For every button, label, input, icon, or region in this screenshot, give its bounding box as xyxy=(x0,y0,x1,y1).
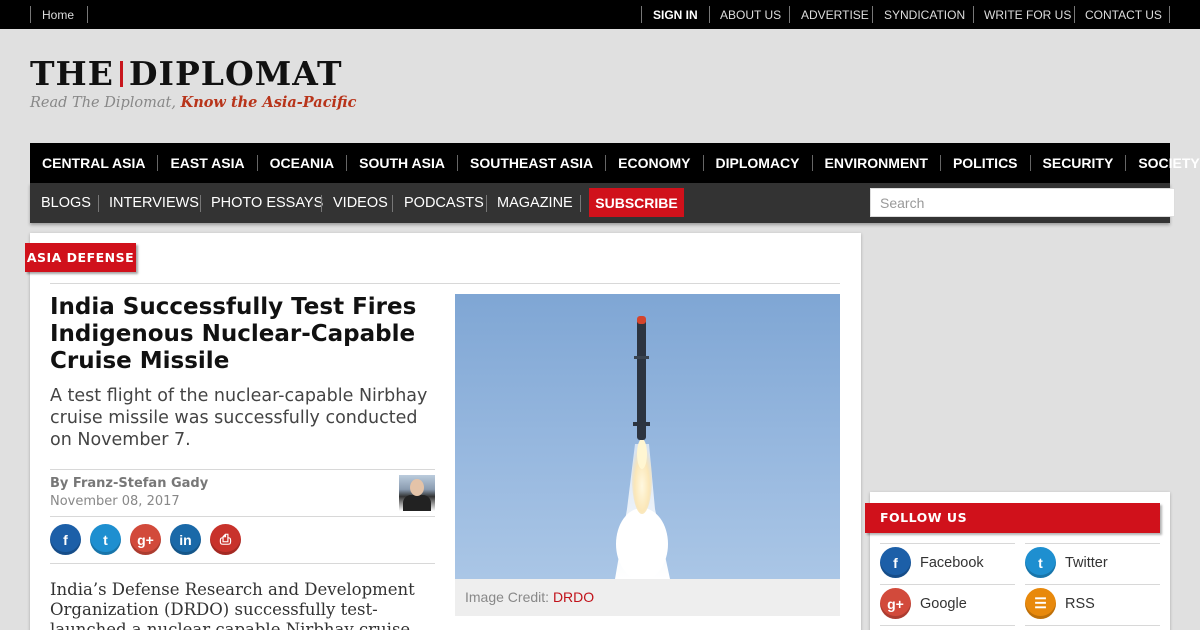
follow-us-title: FOLLOW US xyxy=(865,503,1160,533)
linkedin-icon[interactable]: in xyxy=(170,524,201,555)
logo-left: THE xyxy=(30,54,114,93)
nav-videos[interactable]: VIDEOS xyxy=(333,195,388,211)
contact-us-link[interactable]: CONTACT US xyxy=(1085,0,1162,29)
divider xyxy=(50,283,840,284)
nav-security[interactable]: SECURITY xyxy=(1029,155,1126,171)
facebook-icon: f xyxy=(880,547,911,578)
tagline-bold: Know the Asia-Pacific xyxy=(180,94,357,111)
nav-politics[interactable]: POLITICS xyxy=(939,155,1030,171)
logo-right: DIPLOMAT xyxy=(128,54,343,93)
nav-southeast-asia[interactable]: SOUTHEAST ASIA xyxy=(457,155,605,171)
divider xyxy=(880,584,1015,585)
divider xyxy=(50,563,435,564)
divider xyxy=(87,6,88,23)
follow-item-label: Facebook xyxy=(920,554,984,571)
nav-interviews[interactable]: INTERVIEWS xyxy=(109,195,199,211)
follow-google-link[interactable]: g+ Google xyxy=(880,588,967,619)
nav-central-asia[interactable]: CENTRAL ASIA xyxy=(30,155,157,171)
google-plus-icon: g+ xyxy=(880,588,911,619)
divider xyxy=(1025,625,1160,626)
nav-economy[interactable]: ECONOMY xyxy=(605,155,702,171)
article-body: India’s Defense Research and Development… xyxy=(50,580,415,630)
advertise-link[interactable]: ADVERTISE xyxy=(801,0,869,29)
logo-tagline: Read The Diplomat, Know the Asia-Pacific xyxy=(30,94,356,111)
site-logo[interactable]: THE DIPLOMAT Read The Diplomat, Know the … xyxy=(30,56,356,112)
divider xyxy=(709,6,710,23)
about-us-link[interactable]: ABOUT US xyxy=(720,0,781,29)
section-badge[interactable]: ASIA DEFENSE xyxy=(25,243,136,272)
divider xyxy=(880,625,1015,626)
follow-item-label: Google xyxy=(920,595,967,612)
byline: By Franz-Stefan Gady xyxy=(50,476,208,491)
twitter-icon[interactable]: t xyxy=(90,524,121,555)
divider xyxy=(392,195,393,212)
author-avatar[interactable] xyxy=(399,475,435,511)
search-input[interactable] xyxy=(870,188,1175,217)
divider xyxy=(50,516,435,517)
publish-date: November 08, 2017 xyxy=(50,494,180,509)
tagline-plain: Read The Diplomat, xyxy=(30,95,181,111)
divider xyxy=(1025,584,1160,585)
divider xyxy=(321,195,322,212)
logo-wordmark: THE DIPLOMAT xyxy=(30,56,356,92)
nav-environment[interactable]: ENVIRONMENT xyxy=(811,155,940,171)
nav-oceania[interactable]: OCEANIA xyxy=(256,155,347,171)
follow-item-label: RSS xyxy=(1065,595,1095,612)
divider xyxy=(580,195,581,212)
print-icon[interactable]: ⎙ xyxy=(210,524,241,555)
avatar-face xyxy=(410,479,424,496)
divider xyxy=(1074,6,1075,23)
follow-item-label: Twitter xyxy=(1065,554,1108,571)
divider xyxy=(30,6,31,23)
nav-society[interactable]: SOCIETY xyxy=(1125,155,1200,171)
divider xyxy=(641,6,642,23)
nav-blogs[interactable]: BLOGS xyxy=(41,195,91,211)
subscribe-button[interactable]: SUBSCRIBE xyxy=(589,188,684,217)
avatar-suit xyxy=(403,495,431,511)
divider xyxy=(880,543,1015,544)
primary-nav: CENTRAL ASIA EAST ASIA OCEANIA SOUTH ASI… xyxy=(30,143,1200,183)
author-link[interactable]: Franz-Stefan Gady xyxy=(73,476,208,491)
write-for-us-link[interactable]: WRITE FOR US xyxy=(984,0,1071,29)
follow-rss-link[interactable]: ☰ RSS xyxy=(1025,588,1095,619)
hero-image[interactable] xyxy=(455,294,840,579)
missile-launch-illustration xyxy=(615,316,670,579)
sign-in-link[interactable]: SIGN IN xyxy=(653,0,698,29)
logo-bar xyxy=(119,61,123,87)
divider xyxy=(486,195,487,212)
caption-source-link[interactable]: DRDO xyxy=(553,589,594,605)
follow-twitter-link[interactable]: t Twitter xyxy=(1025,547,1108,578)
home-link[interactable]: Home xyxy=(42,0,74,29)
divider xyxy=(1025,543,1160,544)
syndication-link[interactable]: SYNDICATION xyxy=(884,0,965,29)
caption-label: Image Credit: xyxy=(465,589,553,605)
byline-prefix: By xyxy=(50,476,73,491)
divider xyxy=(50,469,435,470)
facebook-icon[interactable]: f xyxy=(50,524,81,555)
divider xyxy=(200,195,201,212)
follow-facebook-link[interactable]: f Facebook xyxy=(880,547,984,578)
article-title: India Successfully Test Fires Indigenous… xyxy=(50,294,417,374)
rss-icon: ☰ xyxy=(1025,588,1056,619)
image-caption: Image Credit: DRDO xyxy=(455,579,840,616)
divider xyxy=(1169,6,1170,23)
divider xyxy=(872,6,873,23)
google-plus-icon[interactable]: g+ xyxy=(130,524,161,555)
nav-diplomacy[interactable]: DIPLOMACY xyxy=(702,155,812,171)
nav-podcasts[interactable]: PODCASTS xyxy=(404,195,484,211)
top-bar: Home SIGN IN ABOUT US ADVERTISE SYNDICAT… xyxy=(0,0,1200,29)
divider xyxy=(973,6,974,23)
divider xyxy=(789,6,790,23)
nav-south-asia[interactable]: SOUTH ASIA xyxy=(346,155,457,171)
nav-east-asia[interactable]: EAST ASIA xyxy=(157,155,256,171)
nav-photo-essays[interactable]: PHOTO ESSAYS xyxy=(211,195,323,211)
nav-magazine[interactable]: MAGAZINE xyxy=(497,195,573,211)
divider xyxy=(98,195,99,212)
twitter-icon: t xyxy=(1025,547,1056,578)
article-subtitle: A test flight of the nuclear-capable Nir… xyxy=(50,386,428,450)
